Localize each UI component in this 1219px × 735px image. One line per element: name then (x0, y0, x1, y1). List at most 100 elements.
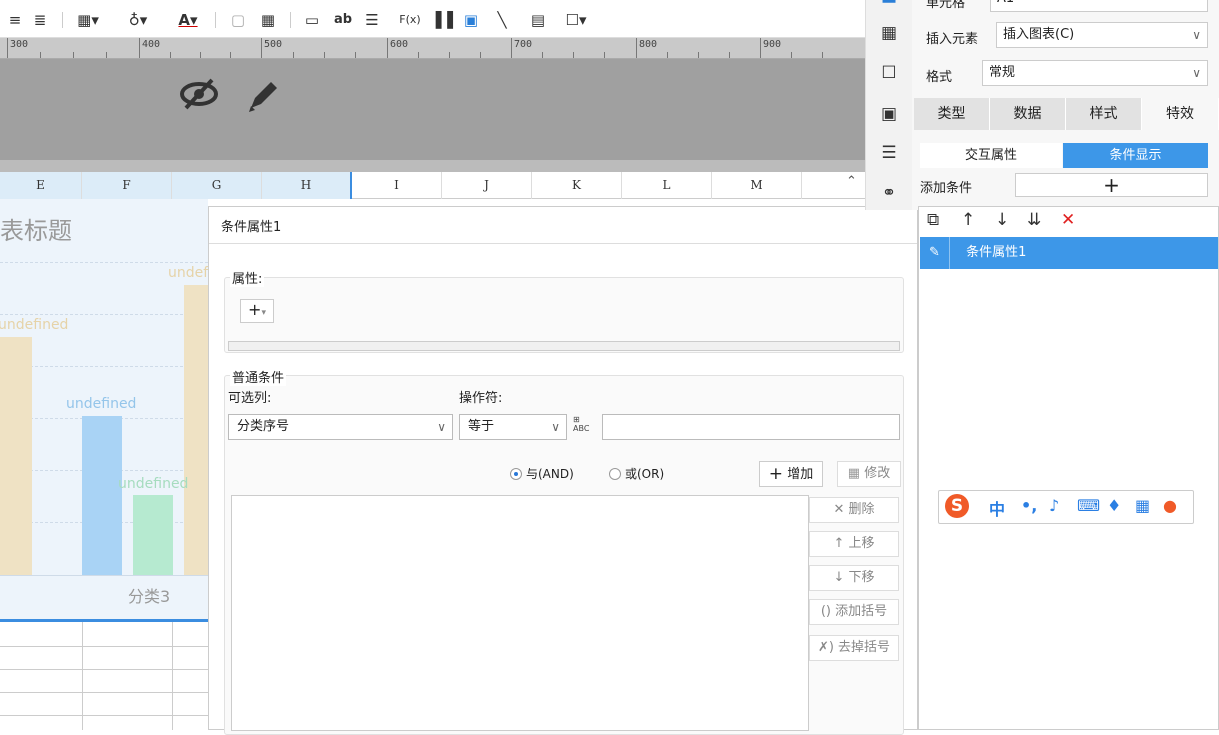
chart[interactable]: 表标题 undefined undefined undefined undefi… (0, 199, 238, 622)
tab-interaction[interactable]: 交互属性 (920, 143, 1062, 168)
ruler-label: 500 (264, 39, 283, 50)
add-attribute-button[interactable]: +▾ (240, 299, 274, 323)
chart-type-icon[interactable]: ▦ (878, 22, 900, 44)
close-icon: ✕ (833, 502, 845, 517)
column-header[interactable]: M (712, 172, 802, 199)
tab-effects[interactable]: 特效 (1142, 98, 1219, 130)
text-icon[interactable]: ab (332, 10, 354, 30)
copy-icon[interactable]: ⧉ (927, 210, 939, 230)
border-box-icon[interactable]: ☐▾ (558, 10, 594, 30)
line-icon[interactable]: ╲ (492, 10, 512, 30)
up-icon[interactable]: ↑ (961, 210, 975, 230)
and-radio[interactable]: 与(AND) (510, 465, 574, 482)
font-color-icon[interactable]: A▾ (168, 10, 208, 30)
condition-toolbar: ⧉ ↑ ↓ ⇊ ✕ (927, 207, 1207, 235)
down-icon[interactable]: ↓ (995, 210, 1009, 230)
column-header[interactable]: L (622, 172, 712, 199)
delete-icon[interactable]: ✕ (1061, 210, 1075, 230)
ruler-label: 300 (10, 39, 29, 50)
align-right-icon[interactable]: ≣ (30, 10, 50, 30)
widget-icon[interactable]: ▣ (878, 103, 900, 125)
format-select[interactable]: 常规 ∨ (982, 60, 1208, 86)
column-header[interactable]: J (442, 172, 532, 199)
ime-toolbar[interactable]: S 中 •, ♪ ⌨ ♦ ▦ ● (938, 490, 1194, 524)
plus-icon: + (768, 464, 784, 484)
add-condition-plus-button[interactable]: + (1015, 173, 1208, 197)
operator-select[interactable]: 等于 ∨ (459, 414, 567, 440)
tab-data[interactable]: 数据 (990, 98, 1066, 130)
tab-style[interactable]: 样式 (1066, 98, 1142, 130)
ime-language[interactable]: 中 (989, 496, 1005, 520)
input-icon[interactable]: ▭ (300, 10, 324, 30)
column-header[interactable]: H (262, 172, 352, 199)
border-icon[interactable]: ▦▾ (70, 10, 106, 30)
chart-bar (184, 285, 208, 575)
add-parenthesis-button[interactable]: () 添加括号 (809, 599, 899, 625)
table-icon[interactable]: ▦ (258, 10, 278, 30)
add-condition-button[interactable]: + 增加 (759, 461, 823, 487)
punctuation-icon[interactable]: •, (1021, 496, 1037, 515)
ime-logo[interactable]: S (945, 494, 969, 518)
condition-item[interactable]: ✎ 条件属性1 (920, 237, 1218, 269)
column-header[interactable]: F (82, 172, 172, 199)
optional-column-label: 可选列: (228, 391, 272, 406)
condition-list[interactable] (231, 495, 809, 731)
hide-icon[interactable] (178, 76, 220, 121)
column-header[interactable]: G (172, 172, 262, 199)
condition-panel: ⧉ ↑ ↓ ⇊ ✕ ✎ 条件属性1 (918, 206, 1219, 730)
edit-icon[interactable] (245, 76, 281, 123)
keyboard-icon[interactable]: ⌨ (1077, 496, 1100, 515)
operator-label: 操作符: (459, 391, 503, 406)
optional-column-select[interactable]: 分类序号 ∨ (228, 414, 453, 440)
tab-condition-display[interactable]: 条件显示 (1063, 143, 1208, 168)
column-header[interactable]: E (0, 172, 82, 199)
bar-label: undefined (66, 396, 137, 412)
insert-element-select[interactable]: 插入图表(C) ∨ (996, 22, 1208, 48)
scroll-up-icon[interactable]: ⌃ (846, 174, 857, 189)
skin-icon[interactable]: ♦ (1107, 496, 1121, 515)
image-icon[interactable]: ▣ (460, 10, 482, 30)
attribute-scrollbar[interactable] (228, 341, 900, 351)
format-toolbar: ≡ ≣ ▦▾ ♁▾ A▾ ▢ ▦ ▭ ab ☰ F(x) ▐▐ ▣ ╲ ▤ ☐▾ (0, 0, 865, 38)
condition-dialog: 条件属性1 属性: +▾ 普通条件 可选列: 操作符: 分类序号 ∨ 等于 ∨ ⊞ A… (208, 206, 918, 735)
insert-element-label: 插入元素 (926, 32, 979, 47)
value-type-icon[interactable]: ⊞ ABC (573, 415, 589, 433)
align-center-icon[interactable]: ≡ (5, 10, 25, 30)
move-up-button[interactable]: ↑ 上移 (809, 531, 899, 557)
link-icon[interactable]: ⚭ (878, 182, 900, 204)
formula-icon[interactable]: F(x) (395, 10, 425, 30)
tab-type[interactable]: 类型 (914, 98, 990, 130)
modify-icon: ▦ (847, 466, 861, 481)
ruler-label: 600 (390, 39, 409, 50)
cell-icon[interactable]: ▬ (878, 0, 900, 10)
bar-chart-icon[interactable]: ▐▐ (430, 10, 453, 30)
delete-condition-button[interactable]: ✕ 删除 (809, 497, 899, 523)
dialog-title: 条件属性1 (221, 220, 282, 235)
page-icon[interactable]: ▤ (528, 10, 548, 30)
chevron-down-icon: ∨ (551, 420, 560, 434)
bottom-icon[interactable]: ⇊ (1027, 210, 1041, 230)
sheet-grid (0, 622, 208, 730)
bar-label: undefined (118, 476, 189, 492)
ruler-label: 900 (763, 39, 782, 50)
list-icon[interactable]: ☰ (878, 142, 900, 164)
ruler-label: 800 (639, 39, 658, 50)
paragraph-icon[interactable]: ☰ (362, 10, 382, 30)
or-radio[interactable]: 或(OR) (609, 465, 664, 482)
modify-condition-button[interactable]: ▦ 修改 (837, 461, 901, 487)
microphone-icon[interactable]: ♪ (1049, 496, 1059, 515)
mascot-icon[interactable]: ● (1163, 496, 1177, 515)
merge-icon[interactable]: ▢ (228, 10, 248, 30)
frame-icon[interactable]: ☐ (878, 62, 900, 84)
remove-parenthesis-icon: ✗) (817, 640, 834, 655)
cell-field[interactable]: A1 (990, 0, 1208, 12)
fill-color-icon[interactable]: ♁▾ (118, 10, 158, 30)
column-header[interactable]: K (532, 172, 622, 199)
remove-parenthesis-button[interactable]: ✗) 去掉括号 (809, 635, 899, 661)
ruler-label: 400 (142, 39, 161, 50)
toolbox-icon[interactable]: ▦ (1135, 496, 1150, 515)
condition-value-input[interactable] (602, 414, 900, 440)
move-down-button[interactable]: ↓ 下移 (809, 565, 899, 591)
column-header[interactable]: I (352, 172, 442, 199)
format-label: 格式 (926, 70, 953, 85)
